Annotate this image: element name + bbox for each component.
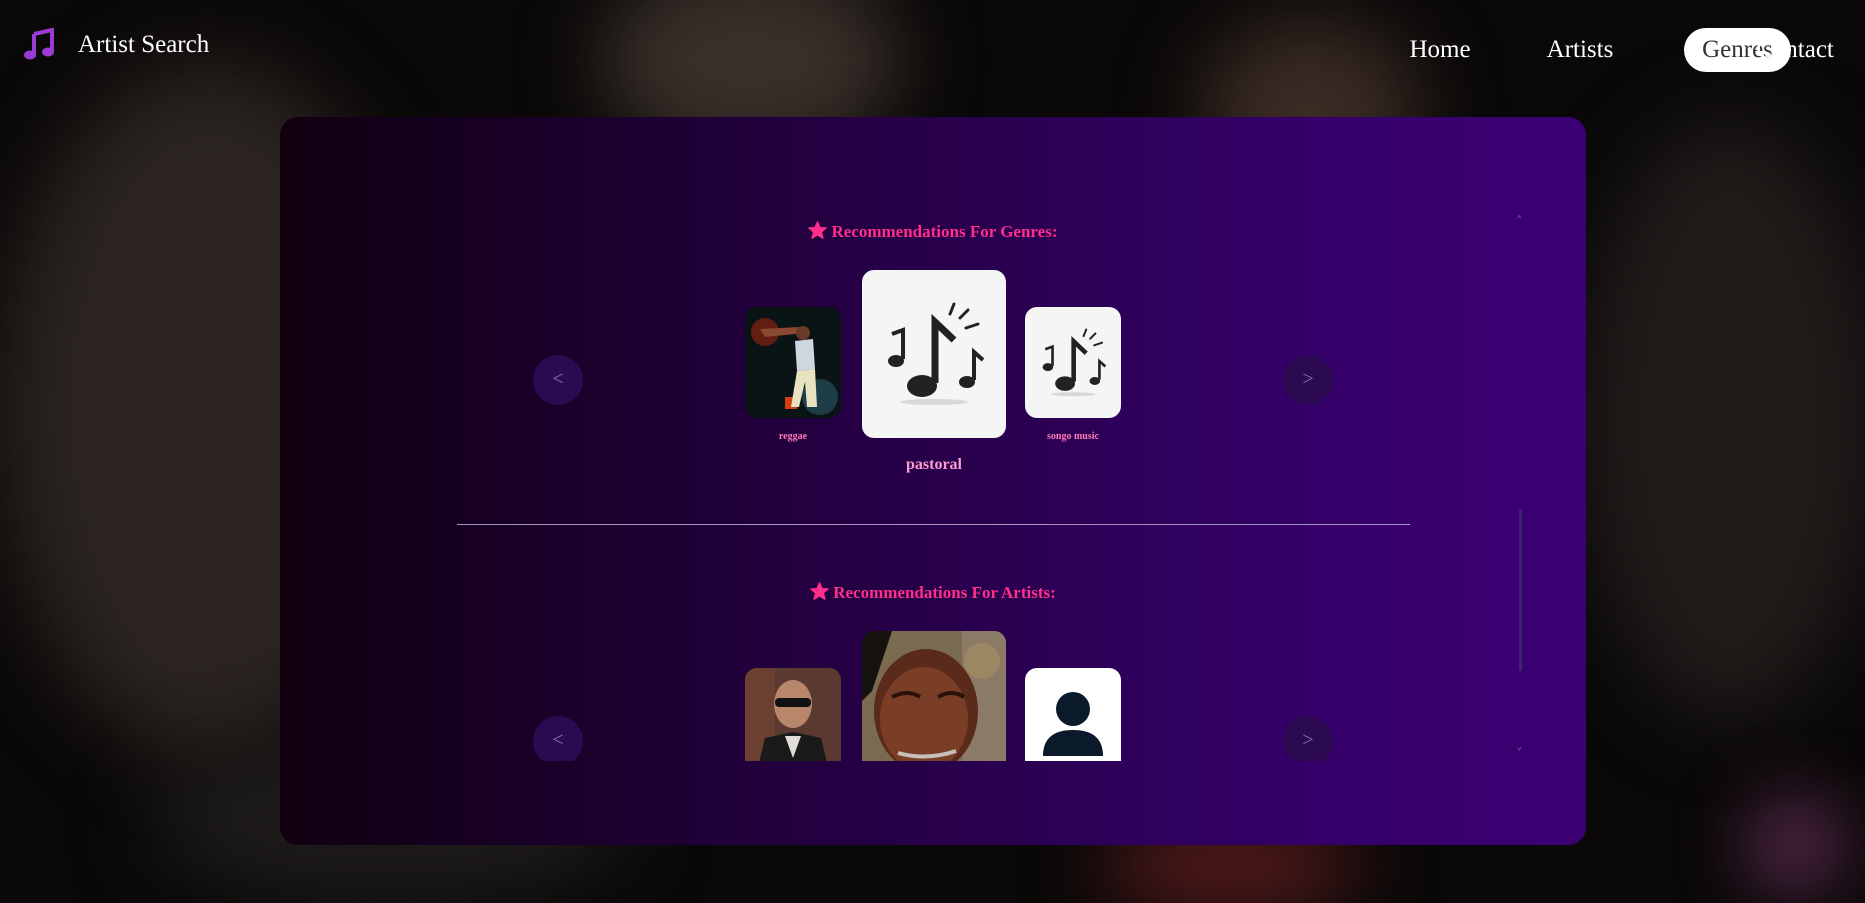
artists-prev-button[interactable]: < xyxy=(533,716,583,761)
scrollbar-thumb[interactable] xyxy=(1519,509,1522,671)
genres-section-title: Recommendations For Genres: xyxy=(280,221,1586,242)
artist-photo-sunglasses xyxy=(745,668,841,761)
scroll-up-button[interactable]: ˄ xyxy=(1516,215,1523,230)
genres-next-button[interactable]: > xyxy=(1283,355,1333,405)
genre-caption-pastoral: pastoral xyxy=(906,456,962,473)
genres-prev-button[interactable]: < xyxy=(533,355,583,405)
star-icon xyxy=(810,582,829,600)
star-icon xyxy=(808,221,828,239)
chat-bubble-icon[interactable] xyxy=(1760,810,1830,880)
scroll-down-button[interactable]: ˅ xyxy=(1516,747,1523,762)
genre-caption-songo-music: songo music xyxy=(1047,431,1099,442)
music-note-icon xyxy=(24,28,54,60)
avatar-placeholder-icon xyxy=(1043,692,1103,756)
recommendations-panel: Recommendations For Genres: < > reggae p… xyxy=(280,117,1586,845)
artist-card-1[interactable] xyxy=(745,668,841,761)
recommendations-scroll-area[interactable]: Recommendations For Genres: < > reggae p… xyxy=(280,117,1586,761)
section-divider xyxy=(457,524,1410,525)
artist-photo-portrait xyxy=(862,631,1006,761)
nav-artists[interactable]: Artists xyxy=(1530,28,1630,72)
artists-next-button[interactable]: > xyxy=(1283,716,1333,761)
music-notes-icon xyxy=(1042,328,1107,397)
nav-home[interactable]: Home xyxy=(1395,28,1485,72)
artist-card-2[interactable] xyxy=(862,631,1006,761)
genre-card-reggae[interactable] xyxy=(745,307,841,418)
artist-card-3[interactable] xyxy=(1025,668,1121,761)
genre-card-songo-music[interactable] xyxy=(1025,307,1121,418)
artists-section-title: Recommendations For Artists: xyxy=(280,582,1586,603)
nav-contact[interactable]: Contact xyxy=(1740,28,1850,72)
genre-card-pastoral[interactable] xyxy=(862,270,1006,438)
music-notes-icon xyxy=(888,302,985,405)
genre-caption-reggae: reggae xyxy=(778,431,808,442)
performer-photo xyxy=(745,307,841,418)
app-title[interactable]: Artist Search xyxy=(78,31,209,59)
